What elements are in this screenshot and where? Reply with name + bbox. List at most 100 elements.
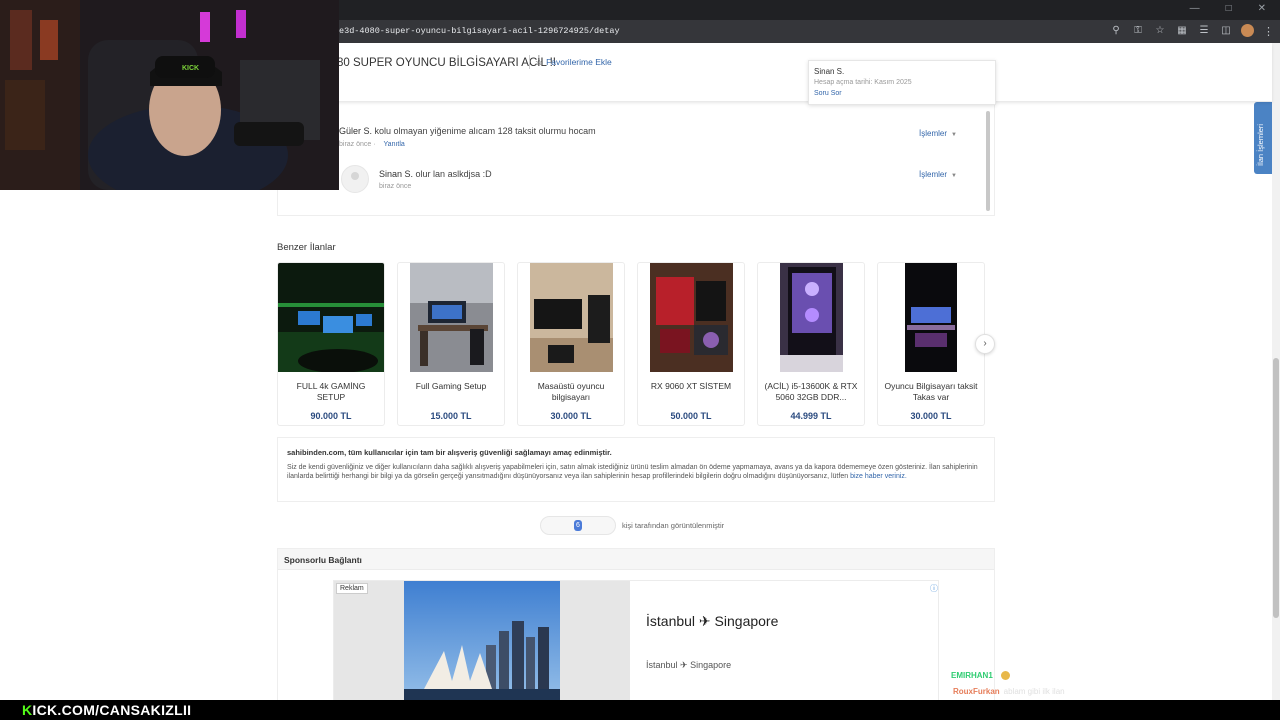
listing-actions-label: İlan İşlemleri xyxy=(1256,123,1265,166)
questions-panel: Güler S. kolu olmayan yiğenime alıcam 12… xyxy=(277,101,995,216)
listing-title: 80 SUPER OYUNCU BİLGİSAYARI ACİL !! xyxy=(337,57,556,69)
menu-icon[interactable]: ⋮ xyxy=(1263,25,1274,38)
close-icon[interactable]: ✕ xyxy=(1258,3,1266,14)
listing-thumbnail xyxy=(410,263,493,372)
view-count-label: kişi tarafından görüntülenmiştir xyxy=(622,521,725,530)
chat-message: RouxFurkan ablam gibi ilk ilan xyxy=(953,687,1065,696)
favorite-button[interactable]: ☆ Favorilerime Ekle xyxy=(535,57,612,68)
listing-thumbnail xyxy=(780,263,843,372)
toolbar-icons: ⚲ ⚿ ☆ ▦ ☰ ◫ xyxy=(1109,24,1254,38)
listing-title: Full Gaming Setup xyxy=(415,381,487,391)
listing-card[interactable]: FULL 4k GAMİNG SETUP 90.000 TL xyxy=(277,262,385,426)
report-link[interactable]: bize haber veriniz. xyxy=(850,473,907,480)
ad-subline: İstanbul ✈ Singapore xyxy=(646,660,732,670)
minimize-icon[interactable]: — xyxy=(1190,3,1200,14)
screen: — □ ✕ e3d-4080-super-oyuncu-bilgisayari-… xyxy=(0,0,1280,720)
caret-down-icon: ▼ xyxy=(951,173,957,179)
question-body: olur lan aslkdjsa :D xyxy=(415,169,492,179)
chat-user: EMIRHAN1 xyxy=(951,671,993,680)
safety-title: sahibinden.com, tüm kullanıcılar için ta… xyxy=(287,448,612,457)
stream-url-k: K xyxy=(22,702,33,718)
sponsored-title: Sponsorlu Bağlantı xyxy=(284,555,362,565)
ad-label: Reklam xyxy=(336,583,368,594)
listing-title: Oyuncu Bilgisayarı taksit Takas var xyxy=(884,381,978,402)
seller-name[interactable]: Sinan S. xyxy=(814,67,844,76)
actions-label: İşlemler xyxy=(919,129,948,138)
profile-avatar[interactable] xyxy=(1241,24,1254,37)
stream-footer: KICK.COM/CANSAKIZLII xyxy=(0,700,1280,720)
listing-thumbnail xyxy=(278,263,384,372)
listing-card[interactable]: RX 9060 XT SİSTEM 50.000 TL xyxy=(637,262,745,426)
favorite-label: Favorilerime Ekle xyxy=(546,57,612,67)
chat-user: RouxFurkan xyxy=(953,687,1000,696)
ask-question-link[interactable]: Soru Sor xyxy=(814,90,842,97)
reply-link[interactable]: Yanıtla xyxy=(384,141,405,148)
chat-text: ablam gibi ilk ilan xyxy=(1003,687,1065,696)
ad-banner[interactable]: Reklam İstanbul ✈ Singapore İstanbul ✈ S… xyxy=(333,580,939,710)
chevron-right-icon[interactable]: › xyxy=(975,334,995,354)
chat-message: EMIRHAN1 xyxy=(951,671,1010,681)
question-time: biraz önce xyxy=(379,183,412,190)
emote-icon xyxy=(1000,671,1010,681)
ad-headline[interactable]: İstanbul ✈ Singapore xyxy=(646,613,778,630)
ad-info-icon[interactable]: ⓘ xyxy=(930,583,938,594)
svg-text:KICK: KICK xyxy=(182,65,199,72)
page-scrollbar[interactable] xyxy=(1272,43,1280,720)
key-icon[interactable]: ⚿ xyxy=(1131,24,1145,38)
questions-scrollbar[interactable] xyxy=(986,111,990,211)
listing-card[interactable]: Full Gaming Setup 15.000 TL xyxy=(397,262,505,426)
question-time: biraz önce xyxy=(339,141,372,148)
listing-card[interactable]: Oyuncu Bilgisayarı taksit Takas var 30.0… xyxy=(877,262,985,426)
listing-price: 44.999 TL xyxy=(790,411,832,421)
caret-down-icon: ▼ xyxy=(951,132,957,138)
listing-price: 90.000 TL xyxy=(310,411,352,421)
safety-notice: sahibinden.com, tüm kullanıcılar için ta… xyxy=(277,437,995,502)
listing-title: RX 9060 XT SİSTEM xyxy=(650,381,732,391)
listing-price: 50.000 TL xyxy=(670,411,712,421)
safety-body: Siz de kendi güvenliğiniz ve diğer kulla… xyxy=(287,464,985,482)
listing-thumbnail xyxy=(650,263,733,372)
question-author: Güler S. xyxy=(339,126,373,136)
listing-thumbnail xyxy=(905,263,957,372)
webcam-overlay: KICK xyxy=(0,0,339,190)
ad-image-area: Reklam xyxy=(334,581,630,709)
listing-title: Masaüstü oyuncu bilgisayarı xyxy=(537,381,605,402)
streamer-video: KICK xyxy=(0,0,339,190)
divider xyxy=(529,55,530,69)
maximize-icon[interactable]: □ xyxy=(1226,3,1232,14)
listing-price: 30.000 TL xyxy=(910,411,952,421)
stream-url: KICK.COM/CANSAKIZLII xyxy=(22,702,191,718)
user-avatar xyxy=(341,165,369,193)
extensions-icon[interactable]: ▦ xyxy=(1175,24,1189,38)
listing-thumbnail xyxy=(530,263,613,372)
url-text[interactable]: e3d-4080-super-oyuncu-bilgisayari-acil-1… xyxy=(339,26,620,36)
seller-card: Sinan S. Hesap açma tarihi: Kasım 2025 S… xyxy=(808,60,996,105)
similar-listings-carousel: FULL 4k GAMİNG SETUP 90.000 TL Full Gami… xyxy=(277,262,985,427)
star-outline-icon: ☆ xyxy=(535,57,544,67)
actions-menu[interactable]: İşlemler ▼ xyxy=(919,170,957,179)
listing-title: (ACİL) i5-13600K & RTX 5060 32GB DDR... xyxy=(764,381,858,402)
listing-actions-tab[interactable]: İlan İşlemleri xyxy=(1254,102,1272,174)
similar-listings-heading: Benzer İlanlar xyxy=(277,242,336,253)
sponsored-header: Sponsorlu Bağlantı xyxy=(278,549,994,570)
listing-card[interactable]: (ACİL) i5-13600K & RTX 5060 32GB DDR... … xyxy=(757,262,865,426)
question-author: Sinan S. xyxy=(379,169,414,179)
view-count: 6 xyxy=(574,520,582,531)
listing-price: 15.000 TL xyxy=(430,411,472,421)
listing-title: FULL 4k GAMİNG SETUP xyxy=(296,381,366,402)
listing-price: 30.000 TL xyxy=(550,411,592,421)
ad-photo xyxy=(404,581,560,709)
zoom-icon[interactable]: ⚲ xyxy=(1109,24,1123,38)
scrollbar-thumb[interactable] xyxy=(1273,358,1279,618)
seller-since: Hesap açma tarihi: Kasım 2025 xyxy=(814,79,912,86)
star-icon[interactable]: ☆ xyxy=(1153,24,1167,38)
question-meta: biraz önce · Yanıtla xyxy=(339,141,405,148)
media-icon[interactable]: ☰ xyxy=(1197,24,1211,38)
actions-menu[interactable]: İşlemler ▼ xyxy=(919,129,957,138)
sidebar-icon[interactable]: ◫ xyxy=(1219,24,1233,38)
listing-card[interactable]: Masaüstü oyuncu bilgisayarı 30.000 TL xyxy=(517,262,625,426)
question-body: kolu olmayan yiğenime alıcam 128 taksit … xyxy=(374,126,596,136)
actions-label: İşlemler xyxy=(919,170,948,179)
question-text: Güler S. kolu olmayan yiğenime alıcam 12… xyxy=(339,126,596,136)
question-text: Sinan S. olur lan aslkdjsa :D xyxy=(379,169,492,179)
